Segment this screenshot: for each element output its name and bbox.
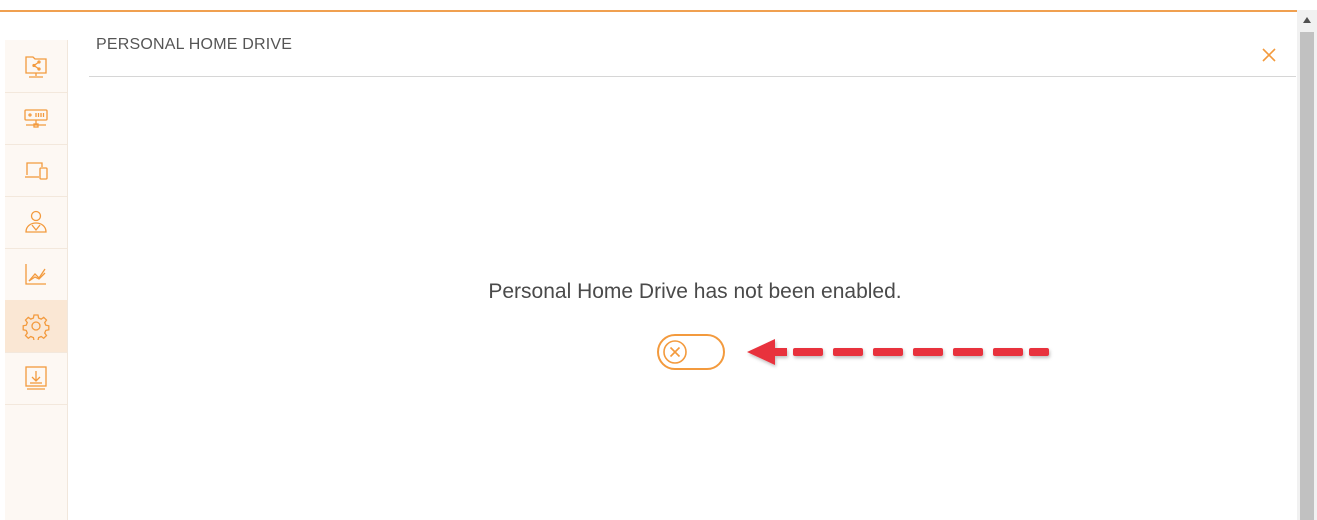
sidebar — [5, 40, 68, 520]
enable-toggle[interactable] — [657, 334, 725, 370]
scroll-up-arrow-icon — [1303, 17, 1311, 23]
page: PERSONAL HOME DRIVE Personal Home Drive … — [0, 0, 1317, 520]
sidebar-item-network-share[interactable] — [5, 40, 67, 93]
sidebar-item-server[interactable] — [5, 92, 67, 145]
scrollbar-thumb[interactable] — [1300, 32, 1314, 520]
sidebar-item-users[interactable] — [5, 196, 67, 249]
status-message: Personal Home Drive has not been enabled… — [488, 280, 902, 303]
download-icon — [25, 366, 47, 390]
sidebar-item-settings[interactable] — [5, 300, 67, 353]
sidebar-item-reports[interactable] — [5, 248, 67, 301]
devices-icon — [25, 162, 48, 180]
toggle-knob — [662, 339, 688, 365]
sidebar-item-devices[interactable] — [5, 144, 67, 197]
page-title: PERSONAL HOME DRIVE — [96, 36, 293, 53]
scroll-up-button[interactable] — [1297, 10, 1317, 30]
title-divider — [89, 76, 1296, 77]
close-icon — [1262, 48, 1276, 62]
sidebar-item-download[interactable] — [5, 352, 67, 405]
chart-icon — [25, 264, 46, 285]
network-share-icon — [25, 56, 47, 78]
gear-icon — [22, 314, 50, 340]
top-accent-bar — [0, 10, 1297, 12]
close-button[interactable] — [1258, 44, 1280, 66]
vertical-scrollbar[interactable] — [1297, 10, 1317, 520]
users-icon — [25, 210, 47, 233]
annotation-arrow — [747, 339, 1049, 365]
server-icon — [24, 109, 48, 128]
x-circle-icon — [663, 340, 687, 364]
